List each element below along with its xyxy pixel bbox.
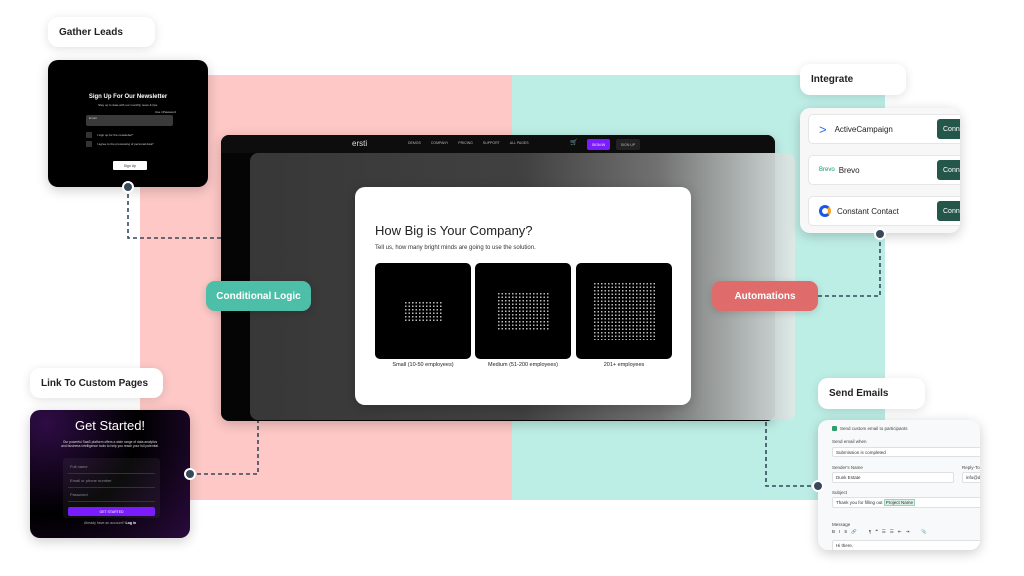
automations-tag: Automations bbox=[712, 281, 818, 311]
link-pages-label: Link To Custom Pages bbox=[30, 368, 163, 398]
connector-dot bbox=[122, 181, 134, 193]
link-icon[interactable]: 🔗 bbox=[851, 529, 857, 535]
line-gather-leads bbox=[127, 187, 228, 239]
full-name-input[interactable]: Full name bbox=[68, 460, 155, 474]
get-started-title: Get Started! bbox=[74, 418, 146, 433]
connector-dot bbox=[812, 480, 824, 492]
quiz-subtitle: Tell us, how many bright minds are going… bbox=[375, 245, 536, 251]
reply-to-input[interactable]: info@d bbox=[962, 472, 980, 483]
send-when-select[interactable]: Submission is completed bbox=[832, 447, 980, 457]
integration-constant-contact: Constant ContactConnect bbox=[808, 196, 960, 226]
sender-name-label: Sender's Name bbox=[832, 465, 863, 470]
nav-pricing[interactable]: PRICING bbox=[458, 141, 473, 145]
send-when-label: Send email when bbox=[832, 439, 867, 444]
site-nav: ersti DEMOS COMPANY PRICING SUPPORT ALL … bbox=[221, 135, 775, 153]
sign-in-button[interactable]: SIGN IN bbox=[587, 139, 610, 150]
bold-button[interactable]: B bbox=[832, 529, 835, 535]
subject-input[interactable]: Thank you for filling out Project Name bbox=[832, 497, 980, 508]
email-settings-card: Send custom email to participants Send e… bbox=[818, 420, 980, 550]
connector-dot bbox=[184, 468, 196, 480]
reply-to-label: Reply-To bbox=[962, 465, 980, 470]
bullet-list-icon[interactable]: ☰ bbox=[882, 529, 886, 535]
nav-company[interactable]: COMPANY bbox=[431, 141, 448, 145]
connect-button[interactable]: Connect bbox=[937, 201, 960, 221]
password-input[interactable]: Password bbox=[68, 488, 155, 502]
nav-demos[interactable]: DEMOS bbox=[408, 141, 421, 145]
quiz-title: How Big is Your Company? bbox=[375, 223, 533, 238]
nav-all-pages[interactable]: ALL PAGES bbox=[510, 141, 529, 145]
custom-email-checkbox[interactable] bbox=[832, 426, 837, 431]
site-logo: ersti bbox=[352, 139, 368, 148]
nav-support[interactable]: SUPPORT bbox=[483, 141, 500, 145]
get-started-subtitle: Our powerful SaaS platform offers a wide… bbox=[61, 440, 159, 449]
connector-dot bbox=[874, 228, 886, 240]
quiz-card: How Big is Your Company? Tell us, how ma… bbox=[355, 187, 691, 405]
login-link[interactable]: Log in bbox=[125, 521, 136, 525]
italic-button[interactable]: I bbox=[839, 529, 840, 535]
project-name-tag: Project Name bbox=[883, 499, 916, 506]
editor-toolbar: B I S 🔗 ¶ ❝ ☰ ☰ ⇤ ⇥ 📎 bbox=[832, 529, 927, 535]
email-input[interactable]: Email bbox=[86, 115, 173, 126]
password-tooltip: Use 1Password bbox=[155, 110, 177, 114]
integrate-label: Integrate bbox=[800, 64, 906, 95]
option-medium[interactable] bbox=[475, 263, 571, 359]
line-send-emails bbox=[765, 420, 818, 487]
subject-label: Subject bbox=[832, 490, 848, 495]
connect-button[interactable]: Connect bbox=[937, 119, 960, 139]
signup-form: Full name Email or phone number Password… bbox=[63, 458, 160, 518]
integration-activecampaign: >ActiveCampaignConnect bbox=[808, 114, 960, 144]
get-started-button[interactable]: GET STARTED bbox=[68, 507, 155, 516]
constant-contact-logo-icon bbox=[819, 205, 831, 217]
integrations-card: >ActiveCampaignConnect BrevoBrevoConnect… bbox=[800, 108, 960, 233]
gather-leads-label: Gather Leads bbox=[48, 17, 155, 47]
newsletter-subtitle: Stay up to date with our monthly news & … bbox=[98, 103, 158, 107]
send-emails-label: Send Emails bbox=[818, 378, 925, 409]
newsletter-sign-up-button[interactable]: Sign Up bbox=[113, 161, 147, 170]
sign-up-button[interactable]: SIGN UP bbox=[616, 139, 640, 150]
conditional-logic-tag: Conditional Logic bbox=[206, 281, 311, 311]
option-small[interactable] bbox=[375, 263, 471, 359]
get-started-card: Get Started! Our powerful SaaS platform … bbox=[30, 410, 190, 538]
connect-button[interactable]: Connect bbox=[937, 160, 960, 180]
option-small-label: Small (10-50 employees) bbox=[392, 362, 454, 368]
option-large[interactable] bbox=[576, 263, 672, 359]
integration-brevo: BrevoBrevoConnect bbox=[808, 155, 960, 185]
privacy-checkbox-label: I agree to the processing of personal da… bbox=[97, 142, 154, 146]
newsletter-checkbox-label: I sign up for the newsletter* bbox=[97, 133, 134, 137]
message-label: Message bbox=[832, 522, 851, 527]
cart-icon[interactable]: 🛒 bbox=[570, 139, 577, 146]
paragraph-icon[interactable]: ¶ bbox=[869, 529, 871, 535]
strike-button[interactable]: S bbox=[844, 529, 847, 535]
login-prompt: Already have an account? bbox=[84, 521, 125, 525]
numbered-list-icon[interactable]: ☰ bbox=[890, 529, 894, 535]
newsletter-title: Sign Up For Our Newsletter bbox=[88, 94, 168, 100]
option-large-label: 201+ employees bbox=[603, 362, 645, 368]
attach-icon[interactable]: 📎 bbox=[921, 529, 927, 535]
outdent-icon[interactable]: ⇤ bbox=[898, 529, 902, 535]
custom-email-label: Send custom email to participants bbox=[840, 426, 908, 431]
brevo-logo: Brevo bbox=[819, 167, 835, 173]
sender-name-input[interactable]: Dunk Estate bbox=[832, 472, 954, 483]
privacy-checkbox[interactable] bbox=[86, 141, 92, 147]
indent-icon[interactable]: ⇥ bbox=[906, 529, 910, 535]
newsletter-card: Sign Up For Our Newsletter Stay up to da… bbox=[48, 60, 208, 187]
quote-icon[interactable]: ❝ bbox=[875, 529, 877, 535]
activecampaign-logo-icon: > bbox=[819, 121, 827, 137]
email-phone-input[interactable]: Email or phone number bbox=[68, 474, 155, 488]
message-editor[interactable]: Hi there, bbox=[832, 540, 980, 550]
line-custom-pages bbox=[190, 420, 259, 475]
option-medium-label: Medium (51-200 employees) bbox=[487, 362, 558, 368]
newsletter-checkbox[interactable] bbox=[86, 132, 92, 138]
